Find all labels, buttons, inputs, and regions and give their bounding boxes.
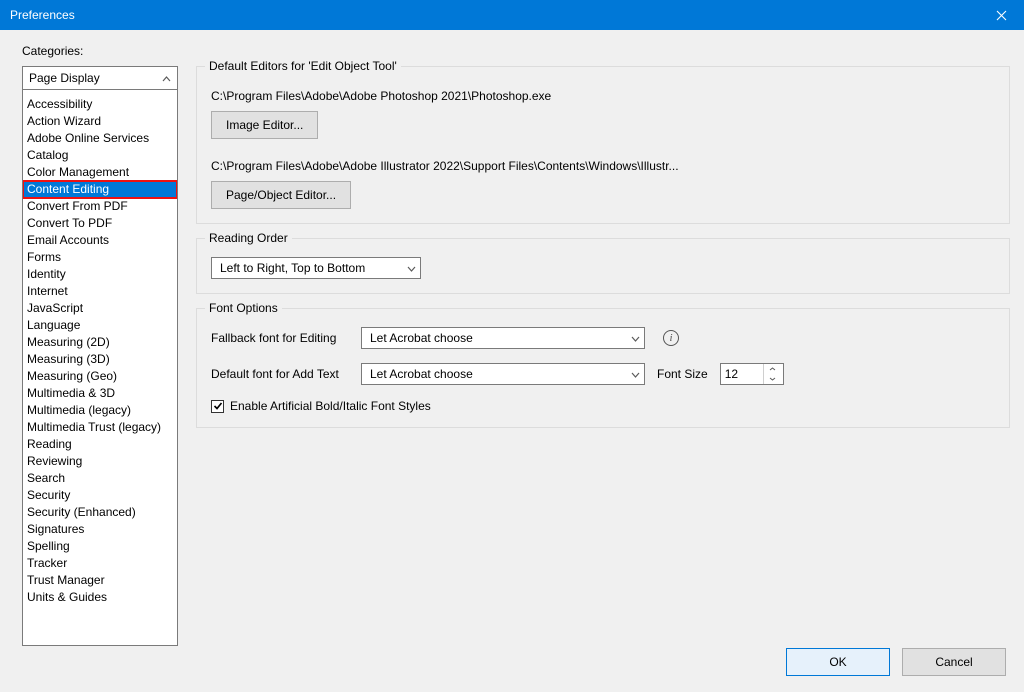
category-item[interactable]: Units & Guides	[23, 589, 177, 606]
group-font-options: Font Options Fallback font for Editing L…	[196, 308, 1010, 428]
category-item[interactable]: Forms	[23, 249, 177, 266]
artificial-styles-checkbox[interactable]	[211, 400, 224, 413]
category-item[interactable]: Internet	[23, 283, 177, 300]
font-size-input[interactable]	[721, 364, 763, 384]
image-editor-button[interactable]: Image Editor...	[211, 111, 318, 139]
check-icon	[213, 401, 223, 411]
category-item[interactable]: Multimedia (legacy)	[23, 402, 177, 419]
category-item[interactable]: Trust Manager	[23, 572, 177, 589]
reading-order-value: Left to Right, Top to Bottom	[220, 261, 365, 275]
category-item[interactable]: Measuring (Geo)	[23, 368, 177, 385]
category-item[interactable]: Spelling	[23, 538, 177, 555]
category-item[interactable]: Convert From PDF	[23, 198, 177, 215]
addtext-font-label: Default font for Add Text	[211, 367, 349, 381]
category-item[interactable]: Adobe Online Services	[23, 130, 177, 147]
close-icon	[996, 10, 1007, 21]
category-item[interactable]: Multimedia & 3D	[23, 385, 177, 402]
group-reading-order: Reading Order Left to Right, Top to Bott…	[196, 238, 1010, 294]
font-size-label: Font Size	[657, 367, 708, 381]
page-editor-button[interactable]: Page/Object Editor...	[211, 181, 351, 209]
addtext-font-value: Let Acrobat choose	[370, 367, 473, 381]
category-item[interactable]: Catalog	[23, 147, 177, 164]
categories-label: Categories:	[22, 44, 1010, 58]
group-title-default-editors: Default Editors for 'Edit Object Tool'	[205, 59, 401, 73]
reading-order-select[interactable]: Left to Right, Top to Bottom	[211, 257, 421, 279]
category-item[interactable]: Measuring (2D)	[23, 334, 177, 351]
group-title-font-options: Font Options	[205, 301, 282, 315]
category-item[interactable]: Reviewing	[23, 453, 177, 470]
category-item[interactable]: Accessibility	[23, 96, 177, 113]
category-item[interactable]: Multimedia Trust (legacy)	[23, 419, 177, 436]
chevron-up-icon	[769, 367, 776, 371]
category-item[interactable]: Measuring (3D)	[23, 351, 177, 368]
font-size-spinner[interactable]	[720, 363, 784, 385]
cancel-button[interactable]: Cancel	[902, 648, 1006, 676]
group-title-reading-order: Reading Order	[205, 231, 292, 245]
window-title: Preferences	[10, 8, 75, 22]
category-item[interactable]: Language	[23, 317, 177, 334]
category-item[interactable]: Action Wizard	[23, 113, 177, 130]
category-item[interactable]: Email Accounts	[23, 232, 177, 249]
category-item[interactable]: Search	[23, 470, 177, 487]
category-item[interactable]: Tracker	[23, 555, 177, 572]
category-item[interactable]: Security	[23, 487, 177, 504]
chevron-down-icon	[631, 331, 640, 345]
titlebar: Preferences	[0, 0, 1024, 30]
category-item[interactable]: Reading	[23, 436, 177, 453]
image-editor-path: C:\Program Files\Adobe\Adobe Photoshop 2…	[211, 89, 995, 103]
addtext-font-select[interactable]: Let Acrobat choose	[361, 363, 645, 385]
chevron-down-icon	[631, 367, 640, 381]
chevron-up-icon	[162, 71, 171, 85]
font-size-down[interactable]	[764, 374, 781, 384]
chevron-down-icon	[407, 261, 416, 275]
categories-scroll[interactable]: AccessibilityAction WizardAdobe Online S…	[23, 90, 177, 645]
category-item[interactable]: Identity	[23, 266, 177, 283]
info-icon[interactable]: i	[663, 330, 679, 346]
category-item[interactable]: JavaScript	[23, 300, 177, 317]
close-button[interactable]	[978, 0, 1024, 30]
category-item[interactable]: Security (Enhanced)	[23, 504, 177, 521]
category-item[interactable]: Content Editing	[23, 181, 177, 198]
artificial-styles-label: Enable Artificial Bold/Italic Font Style…	[230, 399, 431, 413]
ok-button[interactable]: OK	[786, 648, 890, 676]
fallback-font-label: Fallback font for Editing	[211, 331, 349, 345]
font-size-up[interactable]	[764, 364, 781, 374]
fallback-font-value: Let Acrobat choose	[370, 331, 473, 345]
group-default-editors: Default Editors for 'Edit Object Tool' C…	[196, 66, 1010, 224]
page-editor-path: C:\Program Files\Adobe\Adobe Illustrator…	[211, 159, 995, 173]
category-item[interactable]: Convert To PDF	[23, 215, 177, 232]
categories-top-label: Page Display	[29, 71, 100, 85]
chevron-down-icon	[769, 377, 776, 381]
category-item[interactable]: Signatures	[23, 521, 177, 538]
category-item[interactable]: Color Management	[23, 164, 177, 181]
categories-list: AccessibilityAction WizardAdobe Online S…	[22, 90, 178, 646]
fallback-font-select[interactable]: Let Acrobat choose	[361, 327, 645, 349]
categories-top-item[interactable]: Page Display	[22, 66, 178, 90]
